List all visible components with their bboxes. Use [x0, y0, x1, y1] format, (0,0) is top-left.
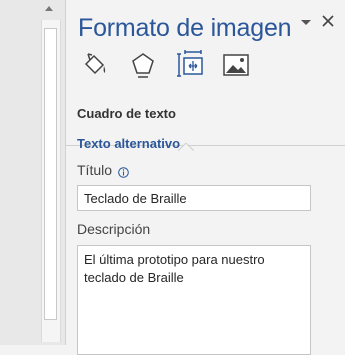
description-label: Descripción [77, 221, 151, 237]
info-icon[interactable] [118, 165, 129, 178]
description-textarea[interactable]: El última prototipo para nuestro teclado… [77, 245, 311, 355]
tab-layout-properties[interactable] [175, 50, 205, 80]
scrollbar-thumb[interactable] [44, 28, 57, 320]
close-icon[interactable] [320, 13, 336, 29]
section-header-alt-text[interactable]: Texto alternativo [77, 136, 180, 151]
paint-bucket-icon [80, 50, 110, 80]
title-input[interactable]: Teclado de Braille [77, 185, 311, 211]
pentagon-icon [128, 50, 158, 80]
title-label-row: Título [77, 162, 129, 178]
format-picture-pane: Formato de imagen Cuadro de texto Texto … [66, 0, 345, 355]
selected-tab-indicator [177, 138, 195, 152]
picture-icon [221, 50, 251, 80]
pane-title: Formato de imagen [78, 14, 292, 42]
title-label: Título [77, 162, 113, 178]
section-header-text-box[interactable]: Cuadro de texto [77, 106, 176, 121]
tab-picture[interactable] [221, 50, 251, 80]
pane-tabs [66, 50, 345, 152]
tab-fill-line[interactable] [80, 50, 110, 80]
size-properties-icon [175, 50, 205, 80]
scroll-up-arrow-icon[interactable] [41, 3, 57, 17]
tab-effects[interactable] [128, 50, 158, 80]
document-scroll-area [0, 0, 65, 345]
pane-options-chevron-down-icon[interactable] [299, 15, 313, 29]
